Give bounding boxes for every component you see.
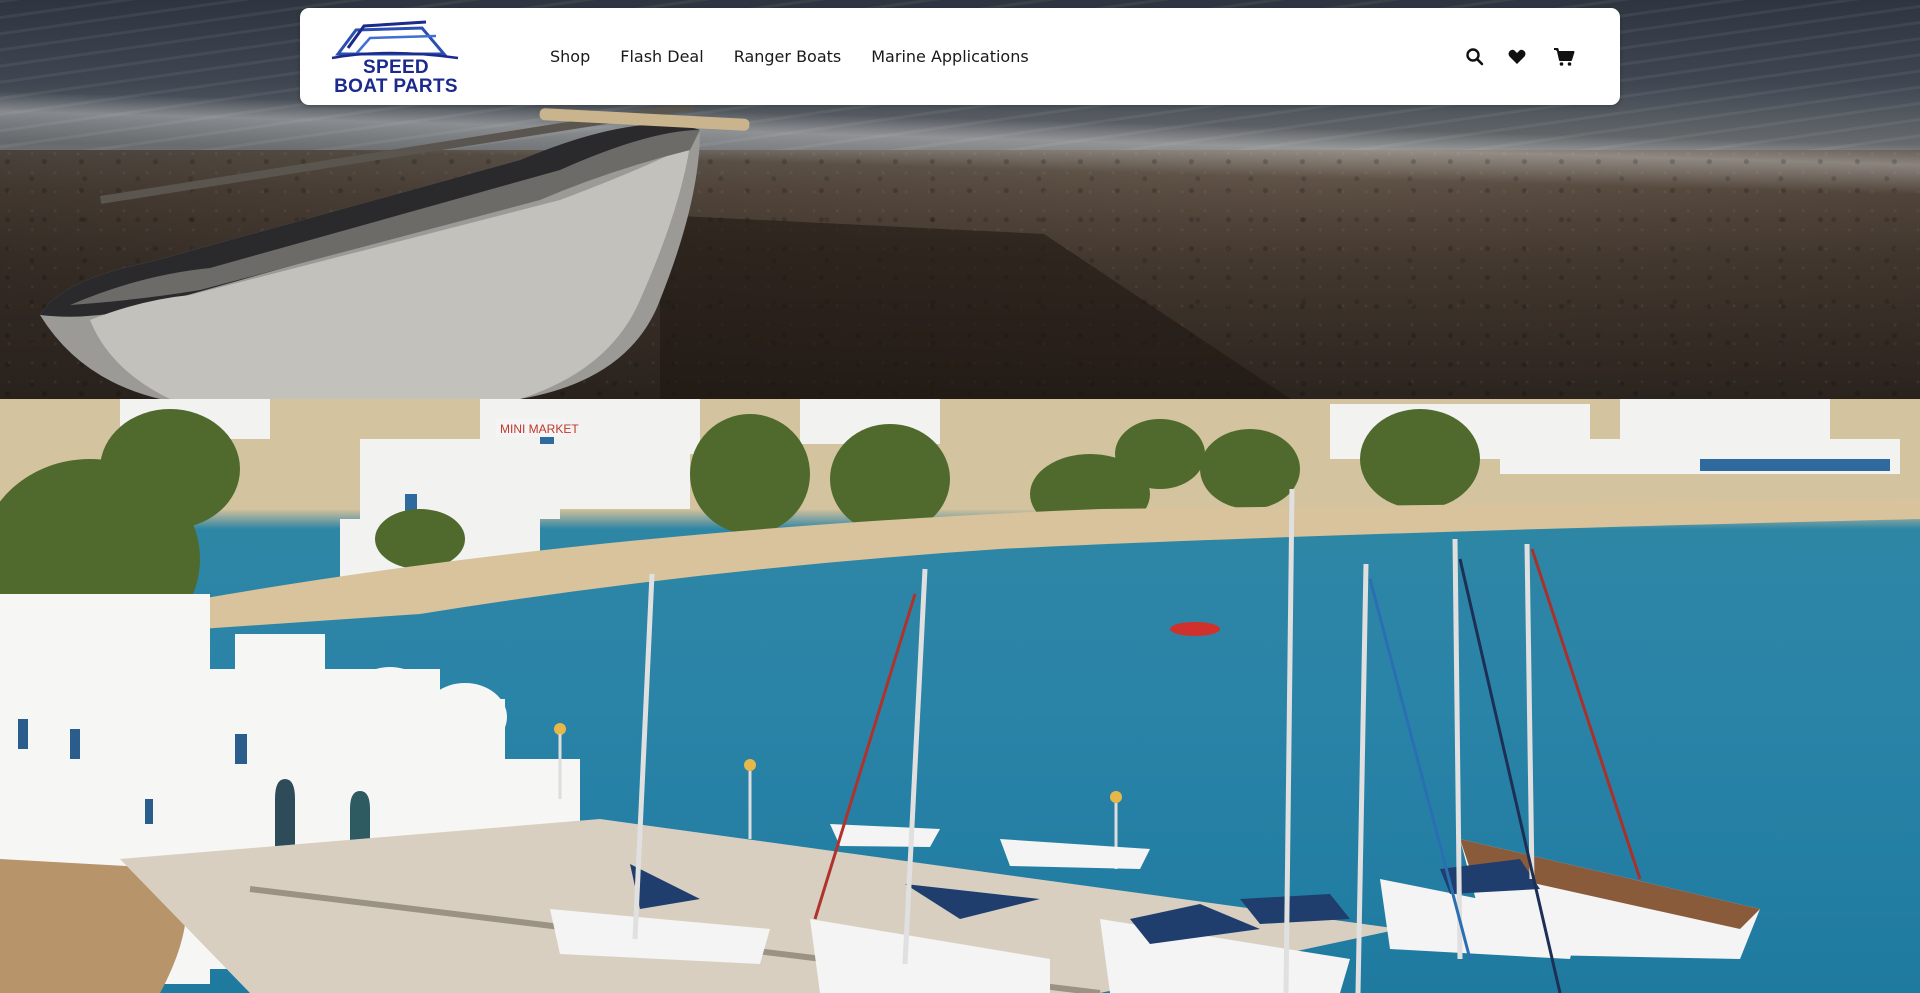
- nav-item-flash-deal[interactable]: Flash Deal: [620, 44, 703, 70]
- cart-icon: [1554, 48, 1575, 66]
- primary-nav: Shop Flash Deal Ranger Boats Marine Appl…: [550, 44, 1029, 70]
- nav-item-marine-applications[interactable]: Marine Applications: [871, 44, 1028, 70]
- wishlist-button[interactable]: [1502, 40, 1532, 74]
- brand-logo[interactable]: SPEED BOAT PARTS: [326, 18, 466, 98]
- cart-button[interactable]: [1548, 40, 1578, 74]
- search-button[interactable]: [1460, 40, 1490, 74]
- main-navbar: SPEED BOAT PARTS Shop Flash Deal Ranger …: [300, 8, 1620, 105]
- nav-item-shop[interactable]: Shop: [550, 44, 590, 70]
- harbor-image: MINI MARKET: [0, 399, 1920, 993]
- nav-item-ranger-boats[interactable]: Ranger Boats: [734, 44, 842, 70]
- svg-text:MINI MARKET: MINI MARKET: [500, 422, 579, 436]
- heart-icon: [1508, 49, 1526, 64]
- header-actions: [1460, 40, 1620, 74]
- logo-text-line1: SPEED: [363, 57, 429, 78]
- search-icon: [1466, 48, 1484, 66]
- speedboat-logo-icon: [331, 20, 459, 60]
- logo-text-line2: BOAT PARTS: [334, 76, 458, 97]
- hero-banner-harbor: MINI MARKET: [0, 399, 1920, 993]
